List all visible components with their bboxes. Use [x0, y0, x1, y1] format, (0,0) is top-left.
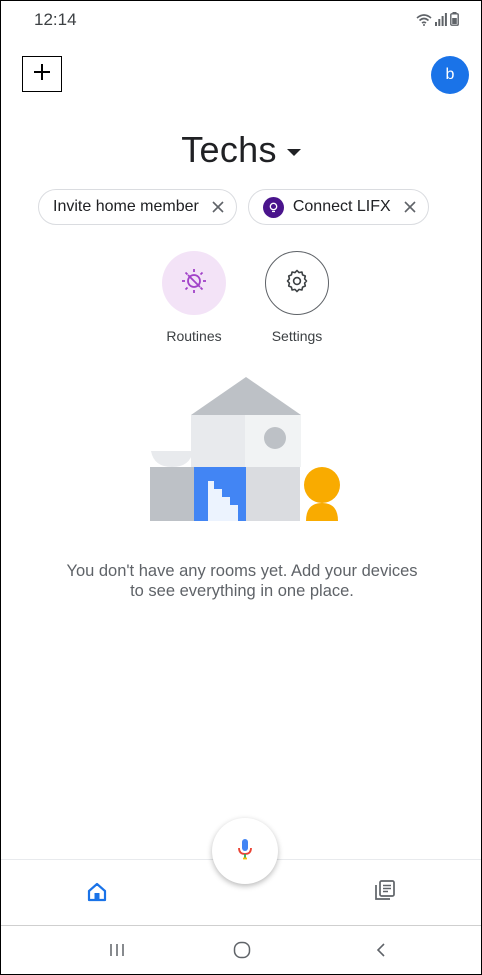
home-title: Techs	[181, 129, 277, 170]
add-button[interactable]	[22, 56, 62, 92]
chip-label: Invite home member	[53, 198, 199, 215]
wifi-icon	[416, 13, 432, 31]
home-icon	[86, 881, 108, 908]
close-icon[interactable]	[211, 200, 225, 214]
status-time: 12:14	[34, 10, 77, 29]
home-circle-icon	[232, 940, 252, 965]
close-icon[interactable]	[403, 200, 417, 214]
settings-button[interactable]: Settings	[247, 251, 347, 344]
back-button[interactable]	[361, 938, 401, 966]
recents-icon	[108, 941, 126, 964]
nav-home-tab[interactable]	[77, 878, 117, 910]
routines-label: Routines	[166, 328, 222, 344]
gear-icon	[285, 269, 309, 298]
voice-assistant-button[interactable]	[212, 818, 278, 884]
settings-circle	[265, 251, 329, 315]
avatar-initial: b	[445, 66, 455, 83]
recents-button[interactable]	[97, 938, 137, 966]
app-screen: 12:14 b Techs Invite home member Connect…	[0, 0, 482, 975]
system-home-button[interactable]	[222, 938, 262, 966]
account-avatar[interactable]: b	[431, 56, 469, 94]
connect-lifx-chip[interactable]: Connect LIFX	[247, 189, 429, 225]
back-icon	[372, 941, 390, 964]
routines-button[interactable]: Routines	[144, 251, 244, 344]
empty-state-message: You don't have any rooms yet. Add your d…	[66, 562, 418, 600]
system-navigation-bar	[1, 925, 481, 974]
caret-down-icon	[286, 148, 301, 156]
house-illustration	[146, 377, 346, 523]
nav-feed-tab[interactable]	[365, 876, 405, 908]
lifx-icon	[262, 196, 284, 218]
routines-icon	[179, 266, 209, 301]
home-switcher[interactable]: Techs	[1, 129, 481, 171]
mic-icon	[236, 837, 254, 866]
battery-icon	[450, 12, 459, 31]
invite-home-member-chip[interactable]: Invite home member	[38, 189, 237, 225]
signal-icon	[435, 13, 447, 31]
feed-icon	[374, 879, 396, 906]
status-bar: 12:14	[1, 1, 481, 35]
chip-label: Connect LIFX	[292, 198, 391, 215]
suggestion-chips: Invite home member Connect LIFX	[38, 189, 429, 225]
plus-icon	[32, 62, 52, 87]
settings-label: Settings	[271, 328, 323, 344]
routines-circle	[162, 251, 226, 315]
status-icons	[416, 12, 459, 31]
